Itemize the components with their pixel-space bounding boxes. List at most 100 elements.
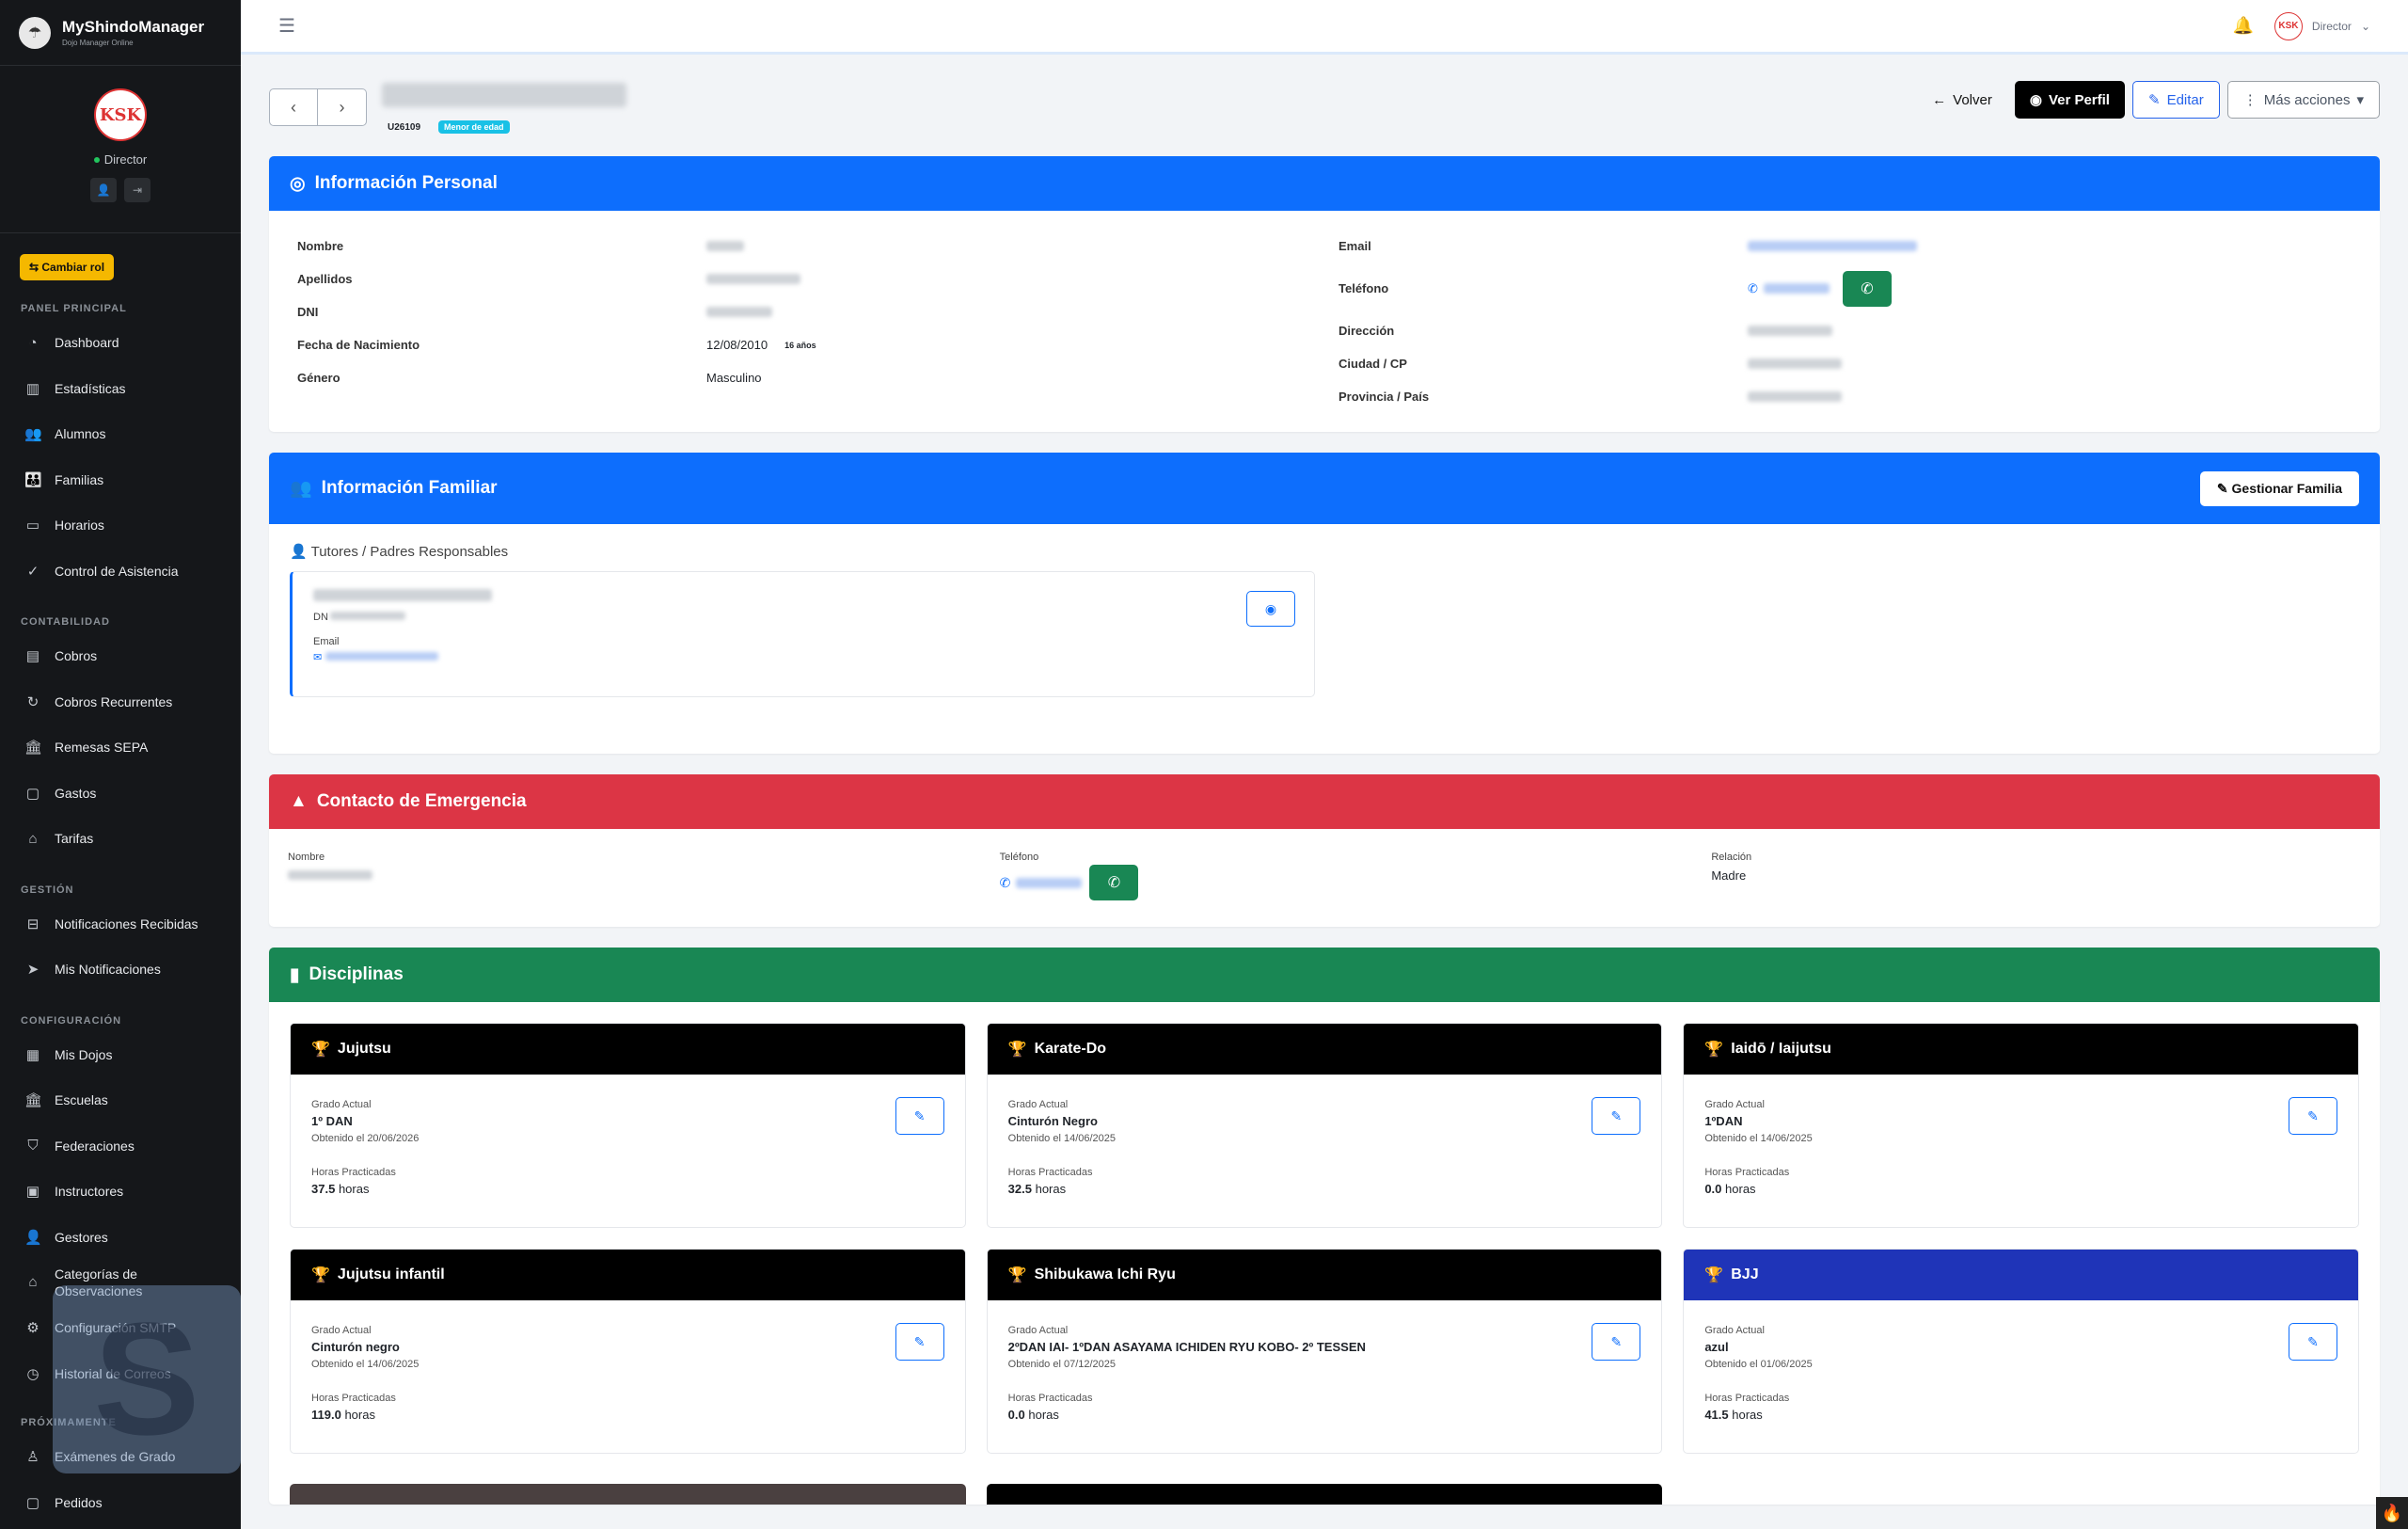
more-actions-button[interactable]: ⋮ Más acciones ▾ xyxy=(2226,81,2380,119)
trophy-icon: 🏆 xyxy=(1704,1267,1724,1283)
change-role-button[interactable]: ⇆ Cambiar rol xyxy=(20,254,115,280)
edit-label: Editar xyxy=(2166,91,2204,108)
edit-discipline-button[interactable]: ✎ xyxy=(2289,1097,2337,1135)
whatsapp-button[interactable]: ✆ xyxy=(1842,270,1892,307)
sidebar-item-federaciones[interactable]: ⛉ Federaciones xyxy=(0,1123,241,1170)
sidebar-item-notificaciones-recibidas[interactable]: ⊟ Notificaciones Recibidas xyxy=(0,901,241,948)
emergency-contact-card: ▲ Contacto de Emergencia Nombre Teléfono … xyxy=(269,774,2380,927)
grade-date: Obtenido el 07/12/2025 xyxy=(1007,1359,1117,1370)
grade-value: Cinturón negro xyxy=(311,1340,400,1354)
discipline-card-partial xyxy=(986,1484,1663,1505)
edit-discipline-button[interactable]: ✎ xyxy=(895,1323,944,1361)
manage-family-button[interactable]: ✎ Gestionar Familia xyxy=(2199,470,2359,506)
edit-discipline-button[interactable]: ✎ xyxy=(2289,1323,2337,1361)
sidebar-item-escuelas[interactable]: 🏛 Escuelas xyxy=(0,1077,241,1123)
main-content: ‹ › U26109 Menor de edad ← Volver ◉ Ver Pe… xyxy=(269,73,2380,1505)
label-email: Email xyxy=(1339,239,1371,253)
sidebar-item-asistencia[interactable]: ✓ Control de Asistencia xyxy=(0,549,241,595)
warning-icon: ▲ xyxy=(290,791,308,811)
view-profile-label: Ver Perfil xyxy=(2048,91,2110,108)
hours-value: 32.5 xyxy=(1007,1182,1032,1196)
trophy-icon: 🏆 xyxy=(1704,1042,1724,1058)
sidebar-item-remesas[interactable]: 🏛 Remesas SEPA xyxy=(0,725,241,771)
sidebar-item-horarios[interactable]: ▭ Horarios xyxy=(0,502,241,549)
hours-value: 41.5 xyxy=(1704,1408,1729,1422)
emergency-phone-redacted[interactable] xyxy=(1016,877,1083,888)
label-provincia: Provincia / País xyxy=(1339,390,1430,404)
send-icon: ➤ xyxy=(26,962,40,979)
logout-icon[interactable]: ⇥ xyxy=(124,178,150,202)
sidebar-item-cobros[interactable]: ▤ Cobros xyxy=(0,633,241,679)
cash-icon: ▤ xyxy=(25,648,40,665)
discipline-name: BJJ xyxy=(1731,1266,1759,1282)
sidebar-item-familias[interactable]: 👪 Familias xyxy=(0,457,241,503)
tags-icon: ⌂ xyxy=(28,1274,38,1290)
profile-user-icon[interactable]: 👤 xyxy=(90,178,117,202)
brand-name: MyShindoManager xyxy=(62,18,205,36)
grade-date: Obtenido el 14/06/2025 xyxy=(1704,1133,1813,1144)
brand[interactable]: ☂ MyShindoManager Dojo Manager Online xyxy=(0,0,241,66)
sidebar-item-tarifas[interactable]: ⌂ Tarifas xyxy=(0,816,241,862)
nav-label: Gastos xyxy=(55,785,97,801)
view-tutor-button[interactable]: ◉ xyxy=(1246,591,1295,627)
personal-info-title: Información Personal xyxy=(314,173,498,193)
disciplines-title: Disciplinas xyxy=(309,964,404,984)
edit-discipline-button[interactable]: ✎ xyxy=(895,1097,944,1135)
edit-discipline-button[interactable]: ✎ xyxy=(1592,1323,1641,1361)
gear-icon: ⚙ xyxy=(26,1320,40,1337)
sidebar-item-pedidos[interactable]: ▢ Pedidos xyxy=(0,1480,241,1526)
section-contabilidad: CONTABILIDAD xyxy=(21,616,110,628)
prev-button[interactable]: ‹ xyxy=(269,88,318,126)
sidebar-item-mis-notificaciones[interactable]: ➤ Mis Notificaciones xyxy=(0,947,241,993)
nav-label: Remesas SEPA xyxy=(55,740,149,756)
brand-logo-icon: ☂ xyxy=(19,16,51,49)
whatsapp-icon: ✆ xyxy=(1107,875,1121,891)
pencil-icon: ✎ xyxy=(1610,1333,1623,1349)
grade-date: Obtenido el 14/06/2025 xyxy=(311,1359,420,1370)
nav-label: Control de Asistencia xyxy=(55,563,179,579)
grade-date: Obtenido el 01/06/2025 xyxy=(1704,1359,1813,1370)
discipline-name: Jujutsu infantil xyxy=(337,1266,445,1282)
back-button[interactable]: ← Volver xyxy=(1917,81,2007,119)
arrow-left-icon: ← xyxy=(1932,91,1947,108)
school-icon: 🏛 xyxy=(24,1092,43,1109)
shield-icon: ⛉ xyxy=(27,1138,39,1155)
sidebar-item-gestores[interactable]: 👤 Gestores xyxy=(0,1215,241,1261)
nav-label: Tarifas xyxy=(55,831,94,847)
edit-button[interactable]: ✎ Editar xyxy=(2131,81,2220,119)
trophy-icon: 🏆 xyxy=(1007,1267,1027,1283)
hours-unit: horas xyxy=(338,1182,370,1196)
avatar[interactable]: KSK xyxy=(94,88,147,141)
sidebar-item-gastos[interactable]: ▢ Gastos xyxy=(0,771,241,817)
emergency-whatsapp-button[interactable]: ✆ xyxy=(1089,865,1139,900)
tutor-card: DN Email ✉ ◉ xyxy=(290,571,1315,697)
mail-icon: ✉ xyxy=(313,652,323,663)
sidebar-item-estadisticas[interactable]: ▥ Estadísticas xyxy=(0,366,241,412)
sidebar-item-dashboard[interactable]: ◔ Dashboard xyxy=(0,320,241,366)
sidebar-item-cobros-recurrentes[interactable]: ↻ Cobros Recurrentes xyxy=(0,679,241,725)
refresh-icon: ↻ xyxy=(26,693,40,710)
next-button[interactable]: › xyxy=(318,88,367,126)
menu-toggle-icon[interactable]: ☰ xyxy=(278,14,295,38)
hours-unit: horas xyxy=(1028,1408,1059,1422)
phone-redacted[interactable] xyxy=(1763,283,1830,294)
hours-label: Horas Practicadas xyxy=(1007,1393,1093,1404)
chevron-down-icon: ⌄ xyxy=(2360,19,2370,33)
email-redacted[interactable] xyxy=(1748,241,1917,251)
sidebar-item-dojos[interactable]: ▦ Mis Dojos xyxy=(0,1032,241,1078)
sidebar-item-alumnos[interactable]: 👥 Alumnos xyxy=(0,411,241,457)
view-profile-button[interactable]: ◉ Ver Perfil xyxy=(2014,81,2125,119)
hours-value: 0.0 xyxy=(1007,1408,1025,1422)
user-gear-icon: 👤 xyxy=(290,544,308,560)
bookmark-icon: ▮ xyxy=(290,964,300,985)
edit-discipline-button[interactable]: ✎ xyxy=(1592,1097,1641,1135)
inbox-icon: ⊟ xyxy=(26,916,40,932)
user-menu[interactable]: KSK Director ⌄ xyxy=(2273,11,2370,40)
pencil-icon: ✎ xyxy=(2147,92,2161,108)
bell-icon[interactable]: 🔔 xyxy=(2233,16,2254,36)
hours-label: Horas Practicadas xyxy=(1704,1393,1790,1404)
flame-icon[interactable]: 🔥 xyxy=(2376,1497,2408,1529)
nav-label: Mis Dojos xyxy=(55,1046,113,1062)
sidebar-item-instructores[interactable]: ▣ Instructores xyxy=(0,1169,241,1215)
tutor-email-redacted[interactable] xyxy=(325,652,439,661)
